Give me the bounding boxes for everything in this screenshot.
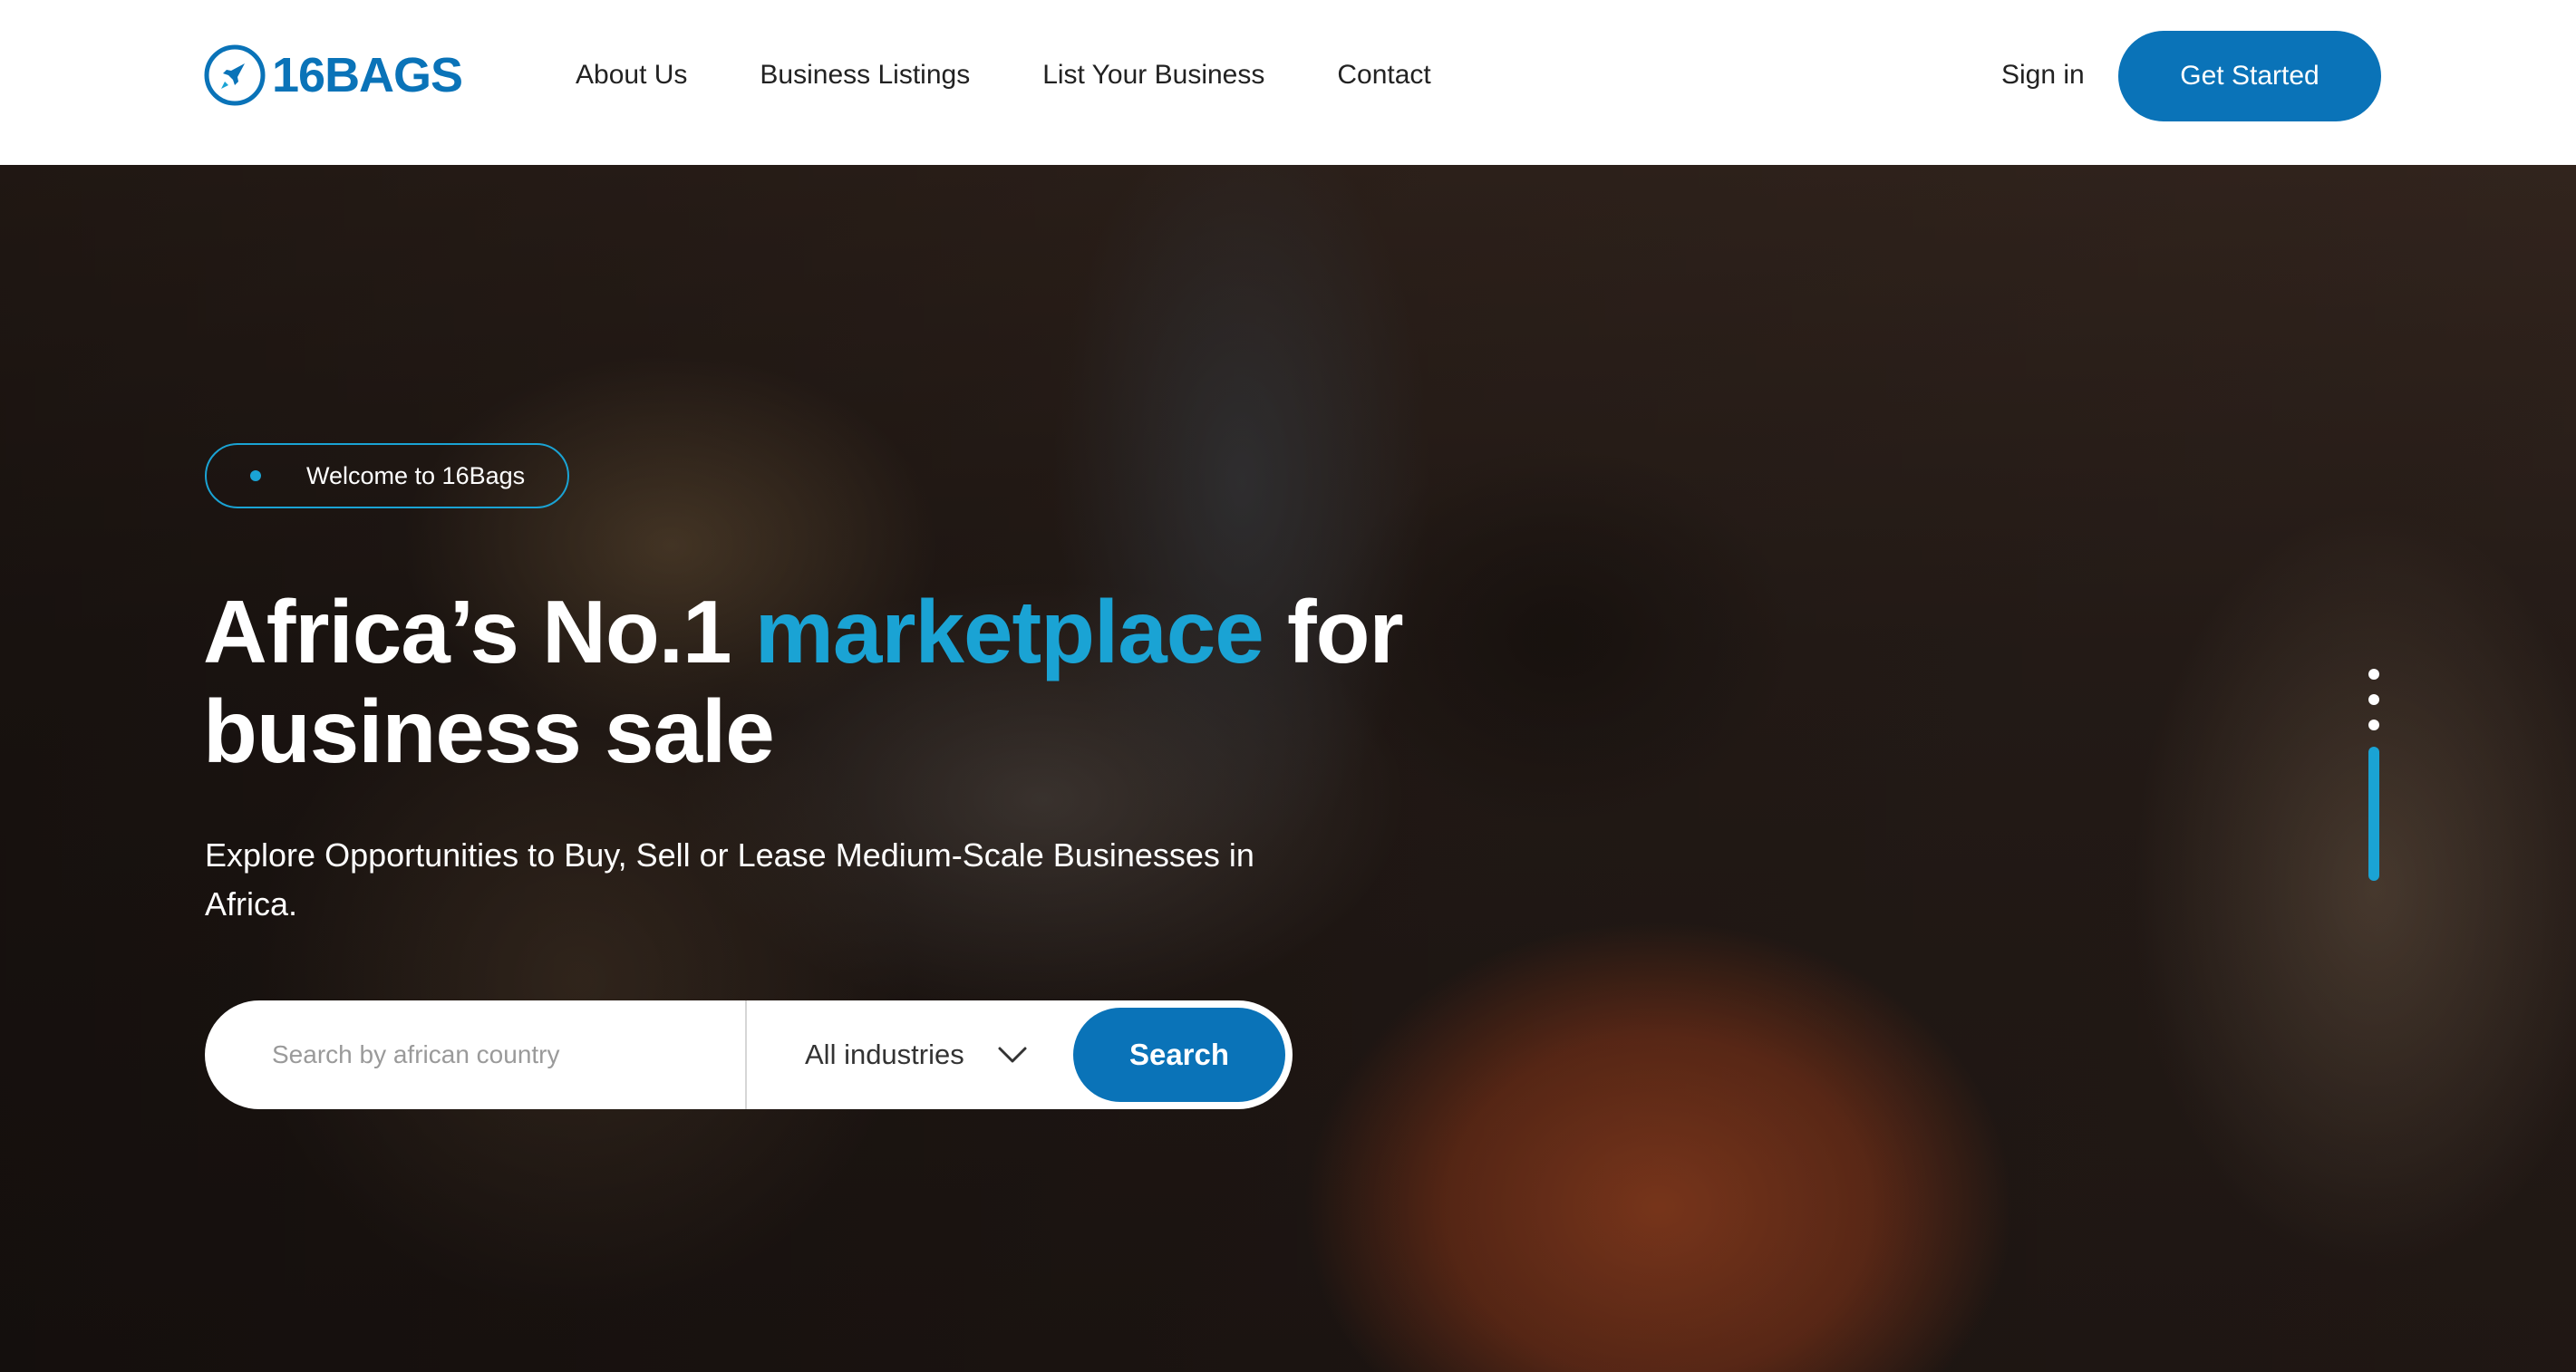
slider-dot-2[interactable] — [2368, 694, 2379, 705]
hero-headline: Africa’s No.1 marketplace for business s… — [203, 582, 1472, 781]
nav-contact[interactable]: Contact — [1337, 53, 1430, 98]
slider-dot-1[interactable] — [2368, 669, 2379, 680]
rocket-circle-icon — [204, 44, 266, 106]
welcome-badge: Welcome to 16Bags — [205, 443, 569, 508]
search-button[interactable]: Search — [1073, 1008, 1285, 1102]
logo[interactable]: 16BAGS — [203, 40, 463, 111]
search-divider — [745, 1000, 747, 1109]
site-header: 16BAGS About Us Business Listings List Y… — [0, 0, 2576, 165]
get-started-button[interactable]: Get Started — [2118, 31, 2381, 121]
hero-subheadline: Explore Opportunities to Buy, Sell or Le… — [205, 836, 1254, 923]
nav-about-us[interactable]: About Us — [576, 53, 687, 98]
nav-list-your-business[interactable]: List Your Business — [1042, 53, 1264, 98]
nav-business-listings[interactable]: Business Listings — [760, 53, 970, 98]
search-bar: All industries Search — [205, 1000, 1293, 1109]
headline-accent: marketplace — [754, 582, 1264, 681]
chevron-down-icon — [998, 1047, 1027, 1063]
welcome-badge-label: Welcome to 16Bags — [306, 461, 526, 489]
industry-select-value: All industries — [805, 1039, 964, 1070]
sign-in-link[interactable]: Sign in — [2001, 53, 2085, 98]
slider-dot-3[interactable] — [2368, 720, 2379, 730]
hero-section: Welcome to 16Bags Africa’s No.1 marketpl… — [0, 165, 2576, 1372]
headline-part-1: Africa’s No.1 — [203, 582, 755, 681]
dot-icon — [250, 470, 261, 481]
logo-text: 16BAGS — [272, 48, 463, 102]
industry-select[interactable]: All industries — [805, 1039, 1059, 1071]
country-search-input[interactable] — [270, 1039, 745, 1070]
main-nav: About Us Business Listings List Your Bus… — [576, 53, 1504, 98]
slider-active-indicator[interactable] — [2368, 747, 2379, 881]
